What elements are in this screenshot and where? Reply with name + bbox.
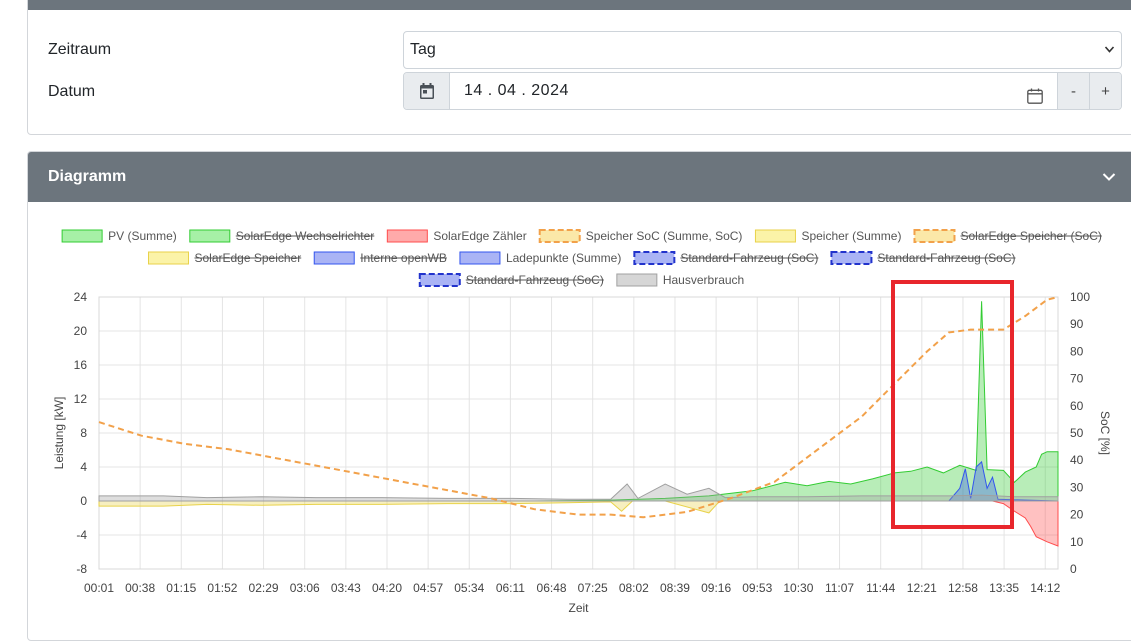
settings-card-header bbox=[28, 0, 1131, 10]
date-field[interactable]: 14 . 04 . 2024 bbox=[450, 73, 1057, 109]
date-increment-button[interactable]: + bbox=[1089, 73, 1121, 109]
date-picker-icon[interactable] bbox=[1027, 82, 1043, 109]
chevron-down-icon[interactable] bbox=[1102, 152, 1116, 202]
period-select[interactable]: Tag bbox=[403, 31, 1122, 69]
date-decrement-button[interactable]: - bbox=[1057, 73, 1089, 109]
calendar-icon bbox=[404, 73, 450, 109]
date-input-group: 14 . 04 . 2024 - + bbox=[403, 72, 1122, 110]
settings-card: Zeitraum Tag Datum 14 . 04 . 2024 - + bbox=[27, 0, 1131, 135]
chart-card-title: Diagramm bbox=[48, 168, 127, 185]
chart-card-header[interactable]: Diagramm bbox=[28, 152, 1131, 202]
date-label: Datum bbox=[48, 83, 96, 100]
chart-card: Diagramm bbox=[27, 151, 1131, 641]
period-select-value: Tag bbox=[410, 41, 436, 58]
period-label: Zeitraum bbox=[48, 41, 112, 58]
date-field-value: 14 . 04 . 2024 bbox=[464, 82, 569, 99]
